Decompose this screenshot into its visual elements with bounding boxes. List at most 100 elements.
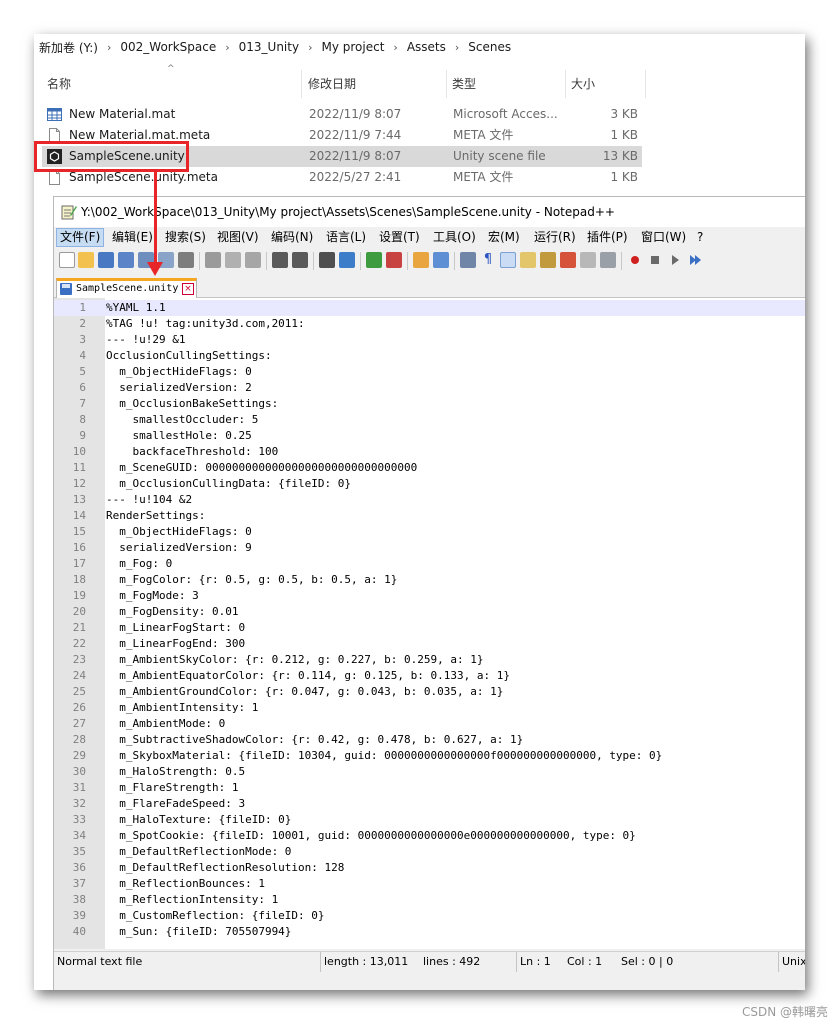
- code-line[interactable]: 28 m_SubtractiveShadowColor: {r: 0.42, g…: [54, 732, 805, 748]
- menu-plugins[interactable]: 插件(P): [584, 228, 631, 247]
- menu-settings[interactable]: 设置(T): [376, 228, 423, 247]
- zoom-in-icon[interactable]: [366, 252, 382, 268]
- breadcrumb-item-drive[interactable]: 新加卷 (Y:): [39, 39, 98, 56]
- code-line[interactable]: 13 --- !u!104 &2: [54, 492, 805, 508]
- zoom-out-icon[interactable]: [386, 252, 402, 268]
- menu-file[interactable]: 文件(F): [56, 228, 105, 247]
- save-all-icon[interactable]: [118, 252, 134, 268]
- code-line[interactable]: 11 m_SceneGUID: 000000000000000000000000…: [54, 460, 805, 476]
- udl-icon[interactable]: [520, 252, 536, 268]
- code-line[interactable]: 27 m_AmbientMode: 0: [54, 716, 805, 732]
- replace-icon[interactable]: [339, 252, 355, 268]
- code-line[interactable]: 26 m_AmbientIntensity: 1: [54, 700, 805, 716]
- stop-macro-icon[interactable]: [647, 252, 663, 268]
- column-header-type[interactable]: 类型: [447, 70, 566, 98]
- code-line[interactable]: 40 m_Sun: {fileID: 705507994}: [54, 924, 805, 940]
- menu-run[interactable]: 运行(R): [531, 228, 579, 247]
- code-line[interactable]: 37 m_ReflectionBounces: 1: [54, 876, 805, 892]
- code-text: m_LinearFogStart: 0: [106, 621, 246, 634]
- copy-icon[interactable]: [225, 252, 241, 268]
- save-icon[interactable]: [98, 252, 114, 268]
- folder-workspace-icon[interactable]: [580, 252, 596, 268]
- word-wrap-icon[interactable]: [460, 252, 476, 268]
- code-line[interactable]: 9 smallestHole: 0.25: [54, 428, 805, 444]
- show-all-chars-icon[interactable]: ¶: [480, 252, 496, 268]
- code-line[interactable]: 24 m_AmbientEquatorColor: {r: 0.114, g: …: [54, 668, 805, 684]
- code-line[interactable]: 8 smallestOccluder: 5: [54, 412, 805, 428]
- tab-samplescene[interactable]: SampleScene.unity ×: [56, 278, 197, 298]
- code-editor[interactable]: 1 %YAML 1.1 2 %TAG !u! tag:unity3d.com,2011…: [54, 298, 805, 949]
- code-line[interactable]: 23 m_AmbientSkyColor: {r: 0.212, g: 0.22…: [54, 652, 805, 668]
- menu-edit[interactable]: 编辑(E): [109, 228, 156, 247]
- menu-view[interactable]: 视图(V): [214, 228, 262, 247]
- undo-icon[interactable]: [272, 252, 288, 268]
- code-line[interactable]: 2 %TAG !u! tag:unity3d.com,2011:: [54, 316, 805, 332]
- code-line[interactable]: 30 m_HaloStrength: 0.5: [54, 764, 805, 780]
- function-list-icon[interactable]: [560, 252, 576, 268]
- code-line[interactable]: 17 m_Fog: 0: [54, 556, 805, 572]
- code-line[interactable]: 25 m_AmbientGroundColor: {r: 0.047, g: 0…: [54, 684, 805, 700]
- menu-macro[interactable]: 宏(M): [485, 228, 523, 247]
- code-line[interactable]: 22 m_LinearFogEnd: 300: [54, 636, 805, 652]
- monitoring-icon[interactable]: [600, 252, 616, 268]
- redo-icon[interactable]: [292, 252, 308, 268]
- run-macro-multiple-icon[interactable]: [687, 252, 703, 268]
- code-line[interactable]: 6 serializedVersion: 2: [54, 380, 805, 396]
- code-line[interactable]: 14 RenderSettings:: [54, 508, 805, 524]
- paste-icon[interactable]: [245, 252, 261, 268]
- cut-icon[interactable]: [205, 252, 221, 268]
- code-text: m_FlareFadeSpeed: 3: [106, 797, 246, 810]
- sync-horizontal-icon[interactable]: [433, 252, 449, 268]
- menu-search[interactable]: 搜索(S): [162, 228, 209, 247]
- code-line[interactable]: 7 m_OcclusionBakeSettings:: [54, 396, 805, 412]
- new-file-icon[interactable]: [59, 252, 75, 268]
- menu-language[interactable]: 语言(L): [323, 228, 369, 247]
- column-header-name[interactable]: 名称: [42, 70, 302, 98]
- code-line-current[interactable]: 1 %YAML 1.1: [54, 300, 805, 316]
- code-line[interactable]: 29 m_SkyboxMaterial: {fileID: 10304, gui…: [54, 748, 805, 764]
- code-line[interactable]: 39 m_CustomReflection: {fileID: 0}: [54, 908, 805, 924]
- menu-tools[interactable]: 工具(O): [430, 228, 479, 247]
- breadcrumb-item-scenes[interactable]: Scenes: [468, 40, 511, 54]
- menu-window[interactable]: 窗口(W): [638, 228, 689, 247]
- indent-guide-icon[interactable]: [500, 252, 516, 268]
- print-icon[interactable]: [178, 252, 194, 268]
- record-macro-icon[interactable]: [627, 252, 643, 268]
- breadcrumb-item-assets[interactable]: Assets: [407, 40, 446, 54]
- code-line[interactable]: 31 m_FlareStrength: 1: [54, 780, 805, 796]
- code-line[interactable]: 32 m_FlareFadeSpeed: 3: [54, 796, 805, 812]
- code-line[interactable]: 12 m_OcclusionCullingData: {fileID: 0}: [54, 476, 805, 492]
- doc-map-icon[interactable]: [540, 252, 556, 268]
- sync-vertical-icon[interactable]: [413, 252, 429, 268]
- code-line[interactable]: 21 m_LinearFogStart: 0: [54, 620, 805, 636]
- open-folder-icon[interactable]: [78, 252, 94, 268]
- breadcrumb-item-project[interactable]: My project: [321, 40, 384, 54]
- code-line[interactable]: 34 m_SpotCookie: {fileID: 10001, guid: 0…: [54, 828, 805, 844]
- column-header-date[interactable]: 修改日期: [303, 70, 447, 98]
- breadcrumb-item-workspace[interactable]: 002_WorkSpace: [120, 40, 216, 54]
- code-line[interactable]: 15 m_ObjectHideFlags: 0: [54, 524, 805, 540]
- code-line[interactable]: 3 --- !u!29 &1: [54, 332, 805, 348]
- column-header-size[interactable]: 大小: [566, 70, 646, 98]
- file-explorer-window: 新加卷 (Y:) › 002_WorkSpace › 013_Unity › M…: [34, 34, 805, 990]
- breadcrumb-item-unity[interactable]: 013_Unity: [239, 40, 299, 54]
- code-line[interactable]: 19 m_FogMode: 3: [54, 588, 805, 604]
- toolbar: ¶: [54, 249, 805, 273]
- menu-help[interactable]: ?: [694, 228, 706, 247]
- menu-encoding[interactable]: 编码(N): [268, 228, 316, 247]
- code-line[interactable]: 33 m_HaloTexture: {fileID: 0}: [54, 812, 805, 828]
- code-line[interactable]: 5 m_ObjectHideFlags: 0: [54, 364, 805, 380]
- code-line[interactable]: 35 m_DefaultReflectionMode: 0: [54, 844, 805, 860]
- play-macro-icon[interactable]: [667, 252, 683, 268]
- code-line[interactable]: 20 m_FogDensity: 0.01: [54, 604, 805, 620]
- find-icon[interactable]: [319, 252, 335, 268]
- code-line[interactable]: 18 m_FogColor: {r: 0.5, g: 0.5, b: 0.5, …: [54, 572, 805, 588]
- file-row[interactable]: New Material.mat 2022/11/9 8:07 Microsof…: [42, 104, 642, 125]
- breadcrumb: 新加卷 (Y:) › 002_WorkSpace › 013_Unity › M…: [34, 34, 805, 60]
- code-line[interactable]: 36 m_DefaultReflectionResolution: 128: [54, 860, 805, 876]
- code-line[interactable]: 4 OcclusionCullingSettings:: [54, 348, 805, 364]
- close-icon[interactable]: ×: [182, 283, 194, 295]
- code-line[interactable]: 38 m_ReflectionIntensity: 1: [54, 892, 805, 908]
- code-line[interactable]: 16 serializedVersion: 9: [54, 540, 805, 556]
- code-line[interactable]: 10 backfaceThreshold: 100: [54, 444, 805, 460]
